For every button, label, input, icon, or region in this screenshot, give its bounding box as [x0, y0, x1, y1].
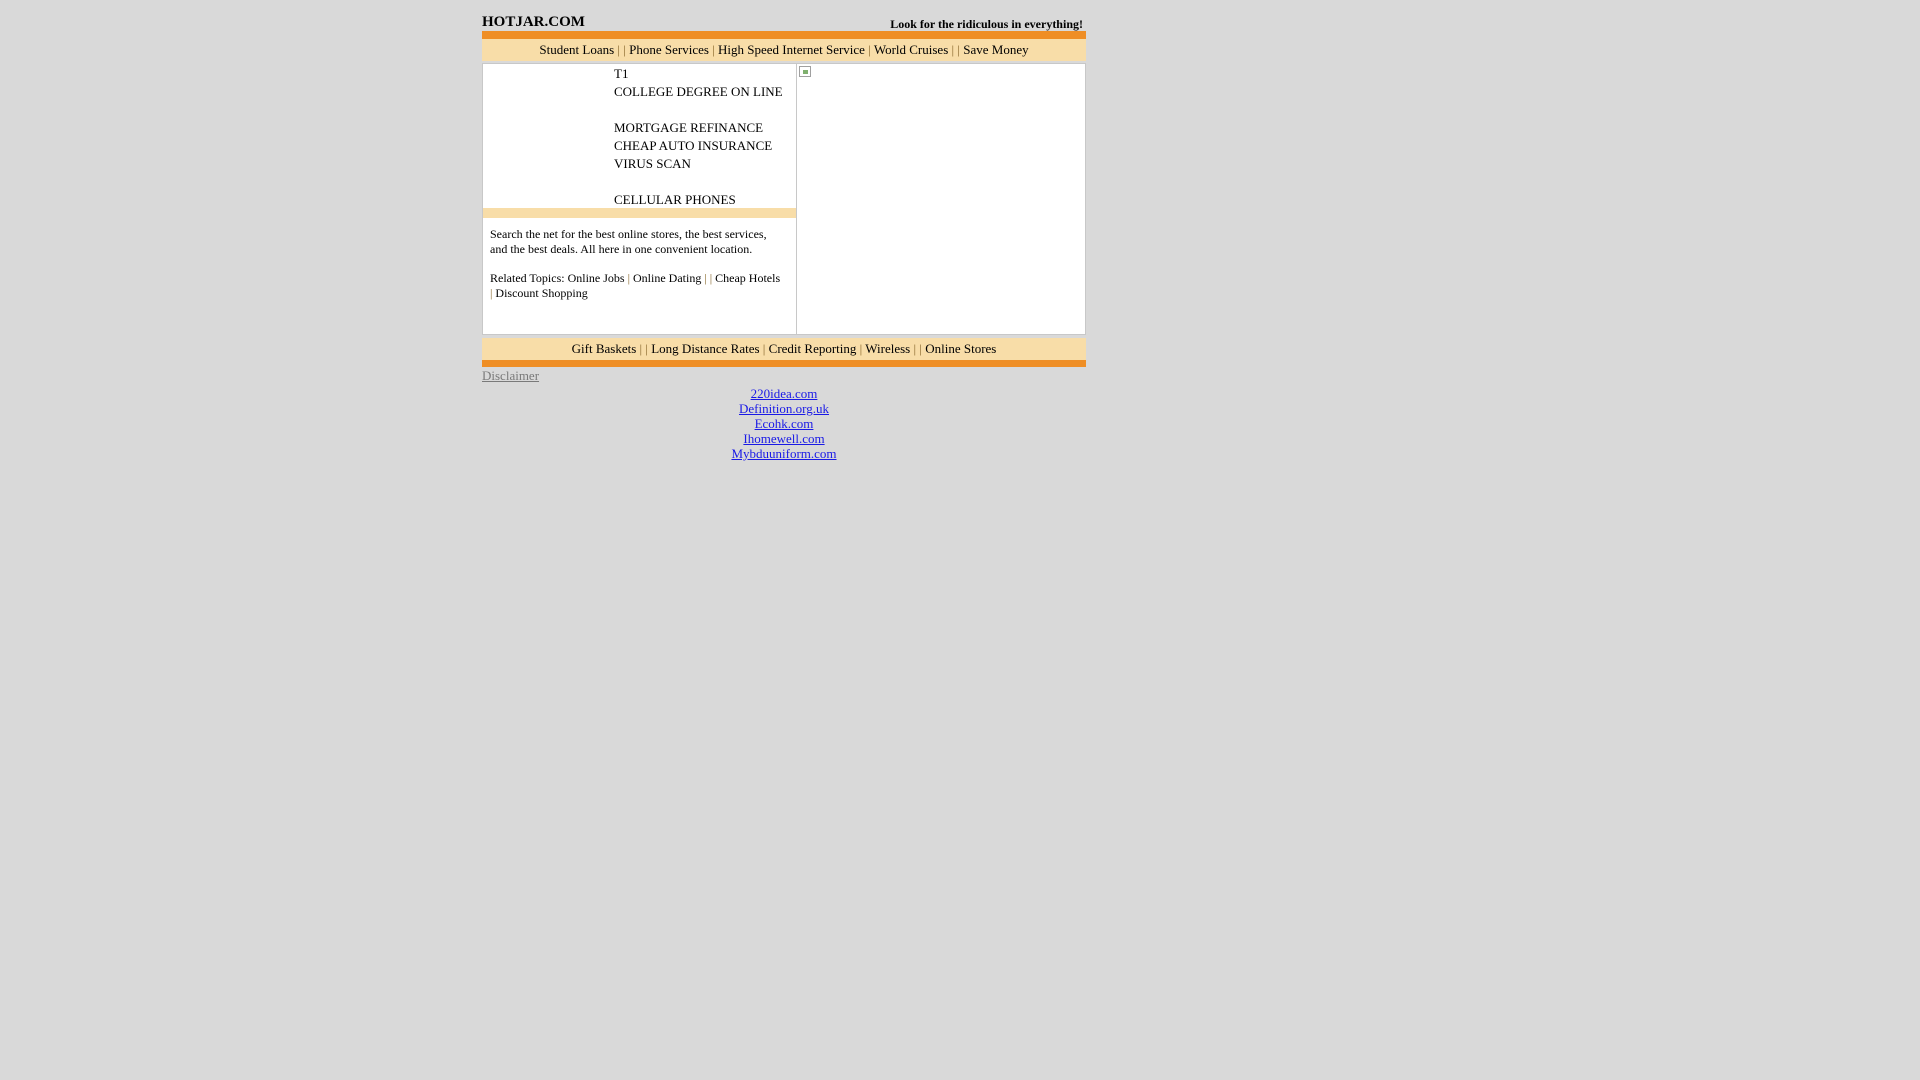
top-nav-save-money[interactable]: Save Money	[963, 42, 1028, 57]
top-nav-separator: |	[868, 42, 871, 57]
bottom-nav-gift-baskets[interactable]: Gift Baskets	[572, 341, 637, 356]
top-nav-separator: | |	[617, 42, 626, 57]
top-nav-separator: | |	[951, 42, 960, 57]
bottom-nav: Gift Baskets | | Long Distance Rates | C…	[482, 338, 1086, 360]
footer-link-ecohk[interactable]: Ecohk.com	[755, 416, 814, 431]
bottom-nav-separator: | |	[913, 341, 922, 356]
keyword-link-cellular-phones[interactable]: CELLULAR PHONES	[614, 191, 783, 209]
site-brand: HOTJAR.COM	[482, 14, 585, 30]
bottom-nav-separator: |	[762, 341, 766, 356]
keyword-spacer	[614, 101, 783, 119]
main-content: T1 COLLEGE DEGREE ON LINE MORTGAGE REFIN…	[482, 63, 1086, 335]
keyword-list: T1 COLLEGE DEGREE ON LINE MORTGAGE REFIN…	[614, 65, 783, 209]
top-nav-student-loans[interactable]: Student Loans	[539, 42, 614, 57]
bottom-nav-wireless[interactable]: Wireless	[865, 341, 910, 356]
disclaimer-link[interactable]: Disclaimer	[482, 368, 539, 384]
top-nav-world-cruises[interactable]: World Cruises	[874, 42, 948, 57]
bottom-nav-container: Gift Baskets | | Long Distance Rates | C…	[482, 338, 1086, 367]
bottom-orange-divider	[482, 360, 1086, 367]
bottom-nav-online-stores[interactable]: Online Stores	[925, 341, 996, 356]
related-cheap-hotels[interactable]: Cheap Hotels	[715, 271, 780, 285]
keyword-link-college-degree[interactable]: COLLEGE DEGREE ON LINE	[614, 83, 783, 101]
right-column	[797, 64, 1085, 334]
footer-links: 220idea.com Definition.org.uk Ecohk.com …	[482, 386, 1086, 461]
header: HOTJAR.COM Look for the ridiculous in ev…	[482, 14, 1086, 32]
bottom-nav-credit-reporting[interactable]: Credit Reporting	[769, 341, 857, 356]
top-nav-high-speed-internet[interactable]: High Speed Internet Service	[718, 42, 865, 57]
top-orange-divider	[482, 31, 1086, 39]
site-tagline: Look for the ridiculous in everything!	[890, 17, 1083, 31]
description-block: Search the net for the best online store…	[490, 227, 785, 315]
related-topics-label: Related Topics:	[490, 271, 565, 285]
top-nav-phone-services[interactable]: Phone Services	[629, 42, 709, 57]
related-discount-shopping[interactable]: Discount Shopping	[495, 286, 587, 300]
keyword-link-t1[interactable]: T1	[614, 65, 783, 83]
broken-image-icon	[799, 66, 811, 77]
footer-link-mybduuniform[interactable]: Mybduuniform.com	[731, 446, 836, 461]
bottom-nav-long-distance-rates[interactable]: Long Distance Rates	[651, 341, 759, 356]
related-online-dating[interactable]: Online Dating	[633, 271, 701, 285]
page-container: HOTJAR.COM Look for the ridiculous in ev…	[482, 14, 1086, 461]
footer-link-ihomewell[interactable]: Ihomewell.com	[743, 431, 824, 446]
keyword-spacer	[614, 173, 783, 191]
related-separator: |	[490, 286, 493, 300]
left-column: T1 COLLEGE DEGREE ON LINE MORTGAGE REFIN…	[483, 64, 797, 334]
top-nav-separator: |	[712, 42, 715, 57]
footer-link-220idea[interactable]: 220idea.com	[751, 386, 818, 401]
keyword-link-mortgage-refinance[interactable]: MORTGAGE REFINANCE	[614, 119, 783, 137]
keyword-link-virus-scan[interactable]: VIRUS SCAN	[614, 155, 783, 173]
bottom-nav-separator: | |	[639, 341, 648, 356]
left-column-divider	[483, 208, 796, 218]
related-separator: | |	[704, 271, 713, 285]
related-online-jobs[interactable]: Online Jobs	[568, 271, 625, 285]
keyword-link-cheap-auto-insurance[interactable]: CHEAP AUTO INSURANCE	[614, 137, 783, 155]
related-separator: |	[627, 271, 630, 285]
related-topics: Related Topics: Online Jobs | Online Dat…	[490, 271, 785, 301]
footer-link-definition[interactable]: Definition.org.uk	[739, 401, 829, 416]
description-text: Search the net for the best online store…	[490, 227, 767, 256]
top-nav: Student Loans | | Phone Services | High …	[482, 39, 1086, 61]
bottom-nav-separator: |	[859, 341, 863, 356]
